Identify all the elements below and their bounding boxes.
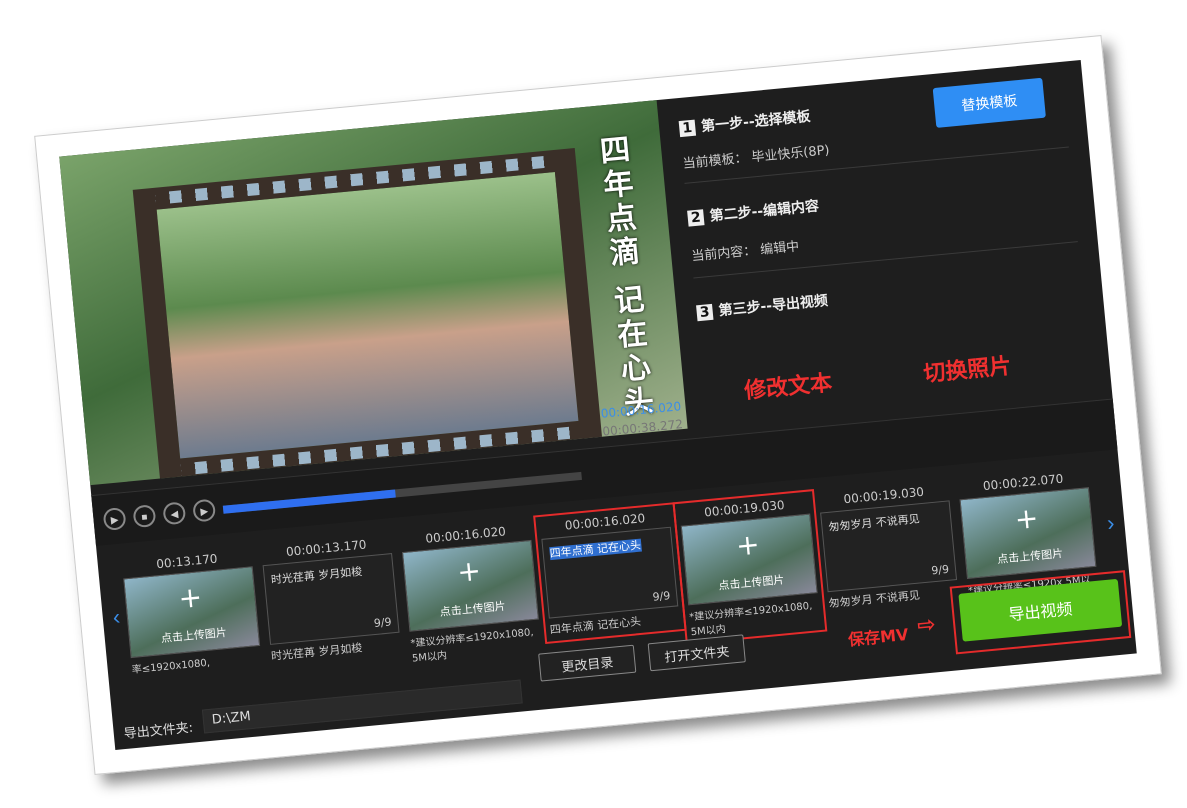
play-icon: ▶ xyxy=(110,514,120,527)
upload-label: 点击上传图片 xyxy=(160,625,228,646)
annotation-switch-photo: 切换照片 xyxy=(922,353,1013,388)
photo-upload-slot[interactable]: + 点击上传图片 xyxy=(401,539,539,632)
steps-panel: 1 第一步--选择模板 替换模板 当前模板： 毕业快乐(8P) 2 第二步--编辑内… xyxy=(667,60,1115,458)
current-template: 当前模板： 毕业快乐(8P) xyxy=(682,143,831,172)
upload-label: 点击上传图片 xyxy=(439,599,507,619)
folder-label: 导出文件夹: xyxy=(123,720,194,743)
screenshot-frame: 四年点滴 记在心头 00:00:16.020 00:00:38.272 1 第一步… xyxy=(34,34,1162,776)
photo-upload-slot[interactable]: + 点击上传图片 xyxy=(123,566,261,659)
scroll-right-button[interactable]: › xyxy=(1100,508,1122,538)
chevron-right-icon: › xyxy=(1105,509,1116,536)
play-button[interactable]: ▶ xyxy=(102,507,127,531)
progress-fill xyxy=(222,489,396,514)
plus-icon: + xyxy=(734,527,762,563)
previous-icon: ◀ xyxy=(170,509,179,521)
replace-template-button[interactable]: 替换模板 xyxy=(932,77,1046,128)
plus-icon: + xyxy=(1013,501,1040,537)
change-directory-button[interactable]: 更改目录 xyxy=(538,644,637,682)
plus-icon: + xyxy=(177,580,204,616)
clip-photo[interactable]: 00:13.170 + 点击上传图片 率≤1920x1080, xyxy=(122,548,262,676)
annotation-save-mv: 保存MV xyxy=(847,624,910,650)
step-2-title: 2 第二步--编辑内容 xyxy=(687,195,820,227)
next-icon: ▶ xyxy=(199,506,209,518)
clip-text[interactable]: 00:00:19.030 匆匆岁月 不说再见 9/9 匆匆岁月 不说再见 xyxy=(818,482,958,611)
clip-text: 匆匆岁月 不说再见 xyxy=(827,512,921,534)
stop-button[interactable]: ■ xyxy=(132,504,157,529)
step-1-title: 1 第一步--选择模板 xyxy=(678,106,811,138)
chevron-left-icon: ‹ xyxy=(111,603,122,630)
photo-upload-slot[interactable]: + 点击上传图片 xyxy=(680,513,818,606)
clip-photo[interactable]: 00:00:16.020 + 点击上传图片 *建议分辨率≤1920x1080, 5M以… xyxy=(400,522,542,665)
clip-text: 时光荏苒 岁月如梭 xyxy=(270,564,363,587)
char-count: 9/9 xyxy=(373,615,393,631)
text-edit-box[interactable]: 四年点滴 记在心头 9/9 xyxy=(541,526,679,619)
arrow-right-icon: ⇨ xyxy=(916,612,937,639)
next-button[interactable]: ▶ xyxy=(192,498,217,523)
clip-text: 四年点滴 记在心头 xyxy=(549,538,642,561)
text-edit-box[interactable]: 匆匆岁月 不说再见 9/9 xyxy=(820,500,958,593)
film-frame xyxy=(132,148,603,483)
clip-text[interactable]: 00:00:16.020 四年点滴 记在心头 9/9 四年点滴 记在心头 xyxy=(533,502,687,645)
annotation-edit-text: 修改文本 xyxy=(743,370,834,405)
upload-label: 点击上传图片 xyxy=(717,573,785,593)
open-folder-button[interactable]: 打开文件夹 xyxy=(647,634,746,672)
video-preview: 四年点滴 记在心头 00:00:16.020 00:00:38.272 xyxy=(59,100,688,486)
folder-input[interactable]: D:\ZM xyxy=(201,679,523,734)
overlay-text: 四年点滴 记在心头 xyxy=(592,133,655,422)
char-count: 9/9 xyxy=(652,589,671,604)
previous-button[interactable]: ◀ xyxy=(162,501,187,526)
char-count: 9/9 xyxy=(930,562,950,578)
text-edit-box[interactable]: 时光荏苒 岁月如梭 9/9 xyxy=(262,553,400,645)
stop-icon: ■ xyxy=(141,511,149,524)
clip-text[interactable]: 00:00:13.170 时光荏苒 岁月如梭 9/9 时光荏苒 岁月如梭 xyxy=(261,535,401,664)
scroll-left-button[interactable]: ‹ xyxy=(106,602,128,632)
photo-upload-slot[interactable]: + 点击上传图片 xyxy=(959,487,1097,580)
plus-icon: + xyxy=(455,553,483,589)
upload-label: 点击上传图片 xyxy=(996,546,1064,567)
video-editor-app: 四年点滴 记在心头 00:00:16.020 00:00:38.272 1 第一步… xyxy=(59,60,1137,750)
clip-photo[interactable]: 00:00:19.030 + 点击上传图片 *建议分辨率≤1920x1080, 5M以… xyxy=(672,489,828,645)
current-content: 当前内容： 编辑中 xyxy=(690,239,800,265)
step-3-title: 3 第三步--导出视频 xyxy=(696,290,829,322)
